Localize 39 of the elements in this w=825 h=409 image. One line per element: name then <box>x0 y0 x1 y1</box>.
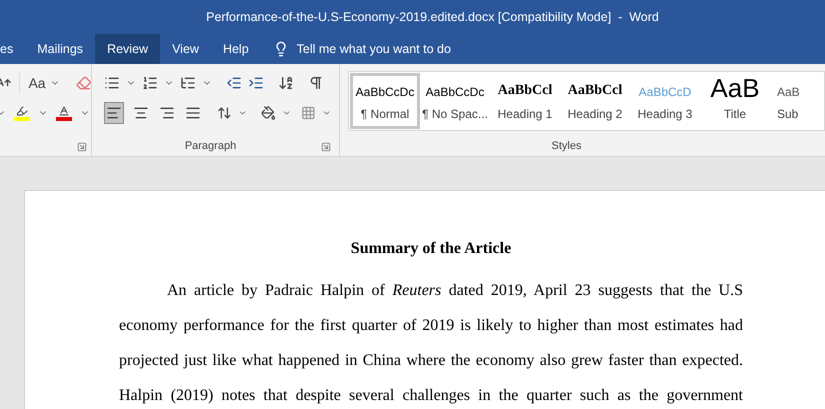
window-title: Performance-of-the-U.S-Economy-2019.edited.docx [Compatibility Mode] - Word <box>206 8 659 26</box>
line-spacing-icon[interactable] <box>217 105 232 121</box>
bullets-icon[interactable] <box>104 75 120 91</box>
ribbon-tab[interactable]: View <box>160 34 211 64</box>
numbering-icon[interactable] <box>142 75 158 91</box>
change-case-button[interactable]: Aa <box>28 72 46 94</box>
ribbon-tab[interactable]: Review <box>95 34 160 64</box>
text-align-icon <box>185 105 202 121</box>
group-label: Styles <box>552 138 582 154</box>
ribbon-tab[interactable]: Mailings <box>25 34 96 64</box>
style-item[interactable]: AaBbCcD Heading 3 <box>630 73 700 129</box>
multilevel-list-icon[interactable] <box>180 75 196 91</box>
decrease-indent-icon[interactable] <box>226 75 242 91</box>
document-heading: Summary of the Article <box>350 239 512 259</box>
style-item[interactable]: AaBbCcDc ¶ No Spac... <box>420 73 490 129</box>
font-color-icon[interactable] <box>56 105 72 121</box>
text-align-icon <box>132 105 149 121</box>
ribbon-tab[interactable]: es <box>0 34 26 64</box>
ribbon-tab[interactable]: Help <box>210 34 261 64</box>
dialog-launcher-icon[interactable] <box>321 142 331 152</box>
increase-indent-icon[interactable] <box>248 75 264 91</box>
style-item[interactable]: AaB Title <box>700 73 770 129</box>
text-align-icon <box>106 105 122 121</box>
alignment-button[interactable] <box>104 102 124 124</box>
style-item[interactable]: AaB Sub <box>770 73 803 129</box>
tell-me-field[interactable]: Tell me what you want to do <box>296 40 451 58</box>
sort-icon[interactable] <box>278 75 294 91</box>
style-item[interactable]: AaBbCcl Heading 2 <box>560 73 630 129</box>
style-item[interactable]: AaBbCcDc ¶ Normal <box>350 73 420 129</box>
clear-formatting-icon[interactable] <box>76 75 91 91</box>
style-item[interactable]: AaBbCcl Heading 1 <box>490 73 560 129</box>
body-paragraph: An article by Padraic Halpin of Reuters dated 2019, April 23 suggests that the U.S economy performance for the first quarter of 2019 is likely to higher than most estimates had projected just like what happened in China where the economy also grew faster than expected. Halpin (2019) notes that despite several challenges in the quarter such as the government <box>119 281 743 406</box>
shading-icon[interactable] <box>261 105 276 121</box>
group-label: Paragraph <box>184 138 238 154</box>
text-align-icon <box>158 105 175 121</box>
highlighter-icon[interactable] <box>14 105 30 121</box>
dialog-launcher-icon[interactable] <box>77 142 87 152</box>
borders-icon[interactable] <box>301 105 316 121</box>
show-marks-icon[interactable] <box>308 75 324 91</box>
